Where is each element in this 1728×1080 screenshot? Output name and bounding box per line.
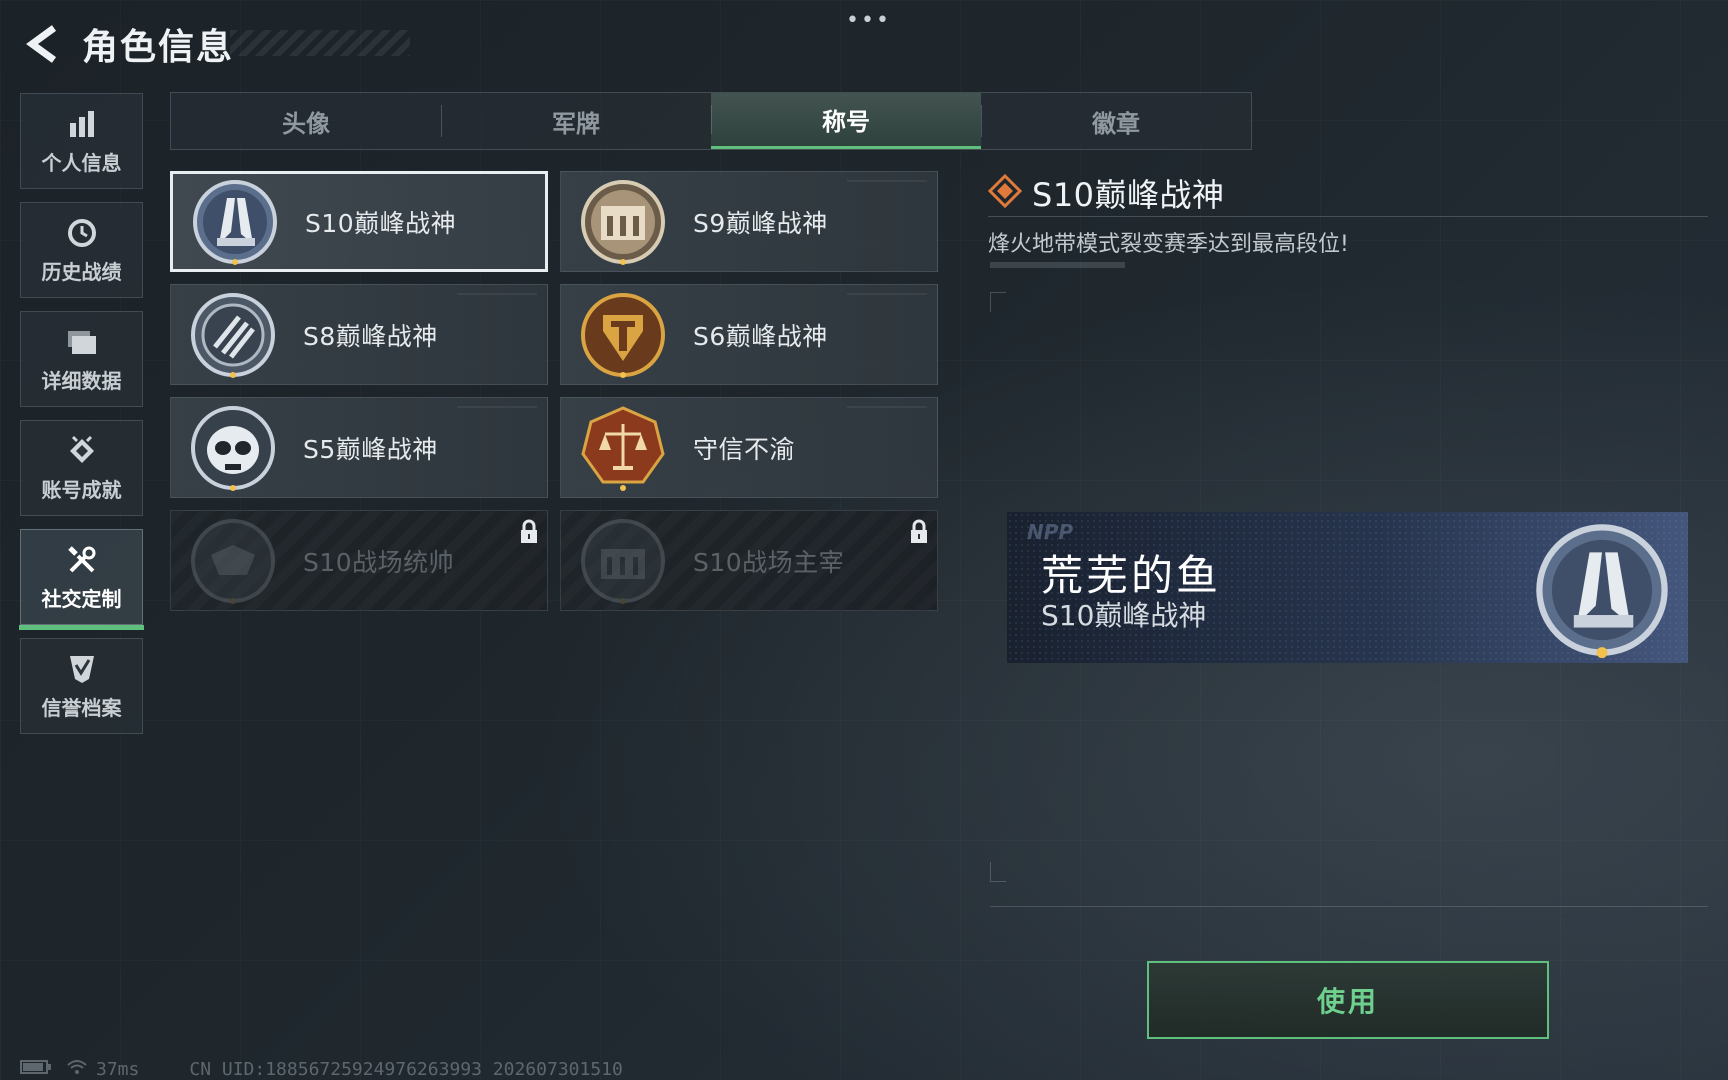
title-preview-card: NPP 荒芜的鱼 S10巅峰战神 <box>1007 512 1688 663</box>
sidebar-item-label: 个人信息 <box>41 150 122 175</box>
back-arrow-icon <box>26 25 57 63</box>
divider <box>988 216 1708 217</box>
card-decoration <box>457 293 537 295</box>
title-card-label: S10巅峰战神 <box>305 208 457 238</box>
sidebar-item-label: 历史战绩 <box>41 259 122 284</box>
lock-icon <box>909 519 929 549</box>
lock-icon <box>519 519 539 549</box>
s10-commander-emblem-icon <box>183 511 283 611</box>
title-card-label: 守信不渝 <box>693 434 796 464</box>
sidebar-item-personal-info[interactable]: 个人信息 <box>20 93 143 189</box>
title-decoration <box>230 30 410 56</box>
title-card-s5-peak[interactable]: S5巅峰战神 <box>170 397 548 498</box>
title-card-keep-faith[interactable]: 守信不渝 <box>560 397 938 498</box>
title-card-label: S9巅峰战神 <box>693 208 828 238</box>
header: 角色信息 <box>20 18 234 70</box>
sidebar-item-details[interactable]: 详细数据 <box>20 311 143 407</box>
sidebar-item-achievements[interactable]: 账号成就 <box>20 420 143 516</box>
preview-title: S10巅峰战神 <box>1041 599 1207 632</box>
s9-peak-emblem-icon <box>573 172 673 272</box>
card-decoration <box>847 293 927 295</box>
sidebar-item-history[interactable]: 历史战绩 <box>20 202 143 298</box>
category-tabs: 头像 军牌 称号 徽章 <box>170 92 1252 150</box>
tools-icon <box>65 543 99 577</box>
card-decoration <box>457 406 537 408</box>
title-card-s10-dominator[interactable]: S10战场主宰 <box>560 510 938 611</box>
title-card-label: S5巅峰战神 <box>303 434 438 464</box>
s10-peak-emblem-icon <box>1530 518 1674 662</box>
description-decoration <box>990 262 1125 268</box>
history-icon <box>65 216 99 250</box>
tab-title[interactable]: 称号 <box>711 93 981 149</box>
title-card-s10-peak[interactable]: S10巅峰战神 <box>170 171 548 272</box>
sidebar-item-label: 社交定制 <box>41 586 122 611</box>
shield-check-icon <box>65 652 99 686</box>
page-title: 角色信息 <box>82 27 235 68</box>
title-card-label: S8巅峰战神 <box>303 321 438 351</box>
scales-emblem-icon <box>573 398 673 498</box>
ping-value: 37ms <box>96 1058 140 1080</box>
preview-watermark: NPP <box>1027 520 1074 544</box>
use-button[interactable]: 使用 <box>1147 961 1549 1039</box>
s10-dominator-emblem-icon <box>573 511 673 611</box>
back-button[interactable] <box>20 22 64 66</box>
sidebar-item-credit[interactable]: 信誉档案 <box>20 638 143 734</box>
tab-badge[interactable]: 徽章 <box>981 93 1251 149</box>
detail-description: 烽火地带模式裂变赛季达到最高段位! <box>988 232 1349 257</box>
sidebar-item-label: 账号成就 <box>41 477 122 502</box>
diamond-icon <box>987 173 1023 212</box>
tab-dog-tag[interactable]: 军牌 <box>441 93 711 149</box>
sidebar-item-social-custom[interactable]: 社交定制 <box>19 529 144 630</box>
title-card-label: S6巅峰战神 <box>693 321 828 351</box>
tab-avatar[interactable]: 头像 <box>171 93 441 149</box>
title-card-label: S10战场统帅 <box>303 547 455 577</box>
sidebar: 个人信息 历史战绩 详细数据 账号成就 社交定制 信誉档案 <box>19 93 144 747</box>
sidebar-item-label: 详细数据 <box>41 368 122 393</box>
more-options-button[interactable]: ••• <box>846 8 891 33</box>
detail-header: S10巅峰战神 <box>987 170 1225 216</box>
s6-peak-emblem-icon <box>573 285 673 385</box>
divider <box>990 906 1708 907</box>
bar-chart-icon <box>65 107 99 141</box>
battery-icon <box>20 1059 52 1080</box>
s8-peak-emblem-icon <box>183 285 283 385</box>
title-card-label: S10战场主宰 <box>693 547 845 577</box>
achievement-icon <box>65 434 99 468</box>
status-bar: 37ms CN UID:18856725924976263993 2026073… <box>20 1058 623 1080</box>
title-card-s8-peak[interactable]: S8巅峰战神 <box>170 284 548 385</box>
frame-corner <box>990 862 1006 882</box>
title-card-s10-commander[interactable]: S10战场统帅 <box>170 510 548 611</box>
wifi-icon <box>66 1058 88 1080</box>
detail-title: S10巅峰战神 <box>1032 176 1225 214</box>
folder-icon <box>65 325 99 359</box>
uid-text: CN UID:18856725924976263993 202607301510 <box>189 1058 623 1080</box>
s10-peak-emblem-icon <box>185 172 285 272</box>
title-card-s6-peak[interactable]: S6巅峰战神 <box>560 284 938 385</box>
title-card-s9-peak[interactable]: S9巅峰战神 <box>560 171 938 272</box>
s5-peak-emblem-icon <box>183 398 283 498</box>
frame-corner <box>990 292 1006 312</box>
card-decoration <box>847 180 927 182</box>
card-decoration <box>847 406 927 408</box>
sidebar-item-label: 信誉档案 <box>41 695 122 720</box>
